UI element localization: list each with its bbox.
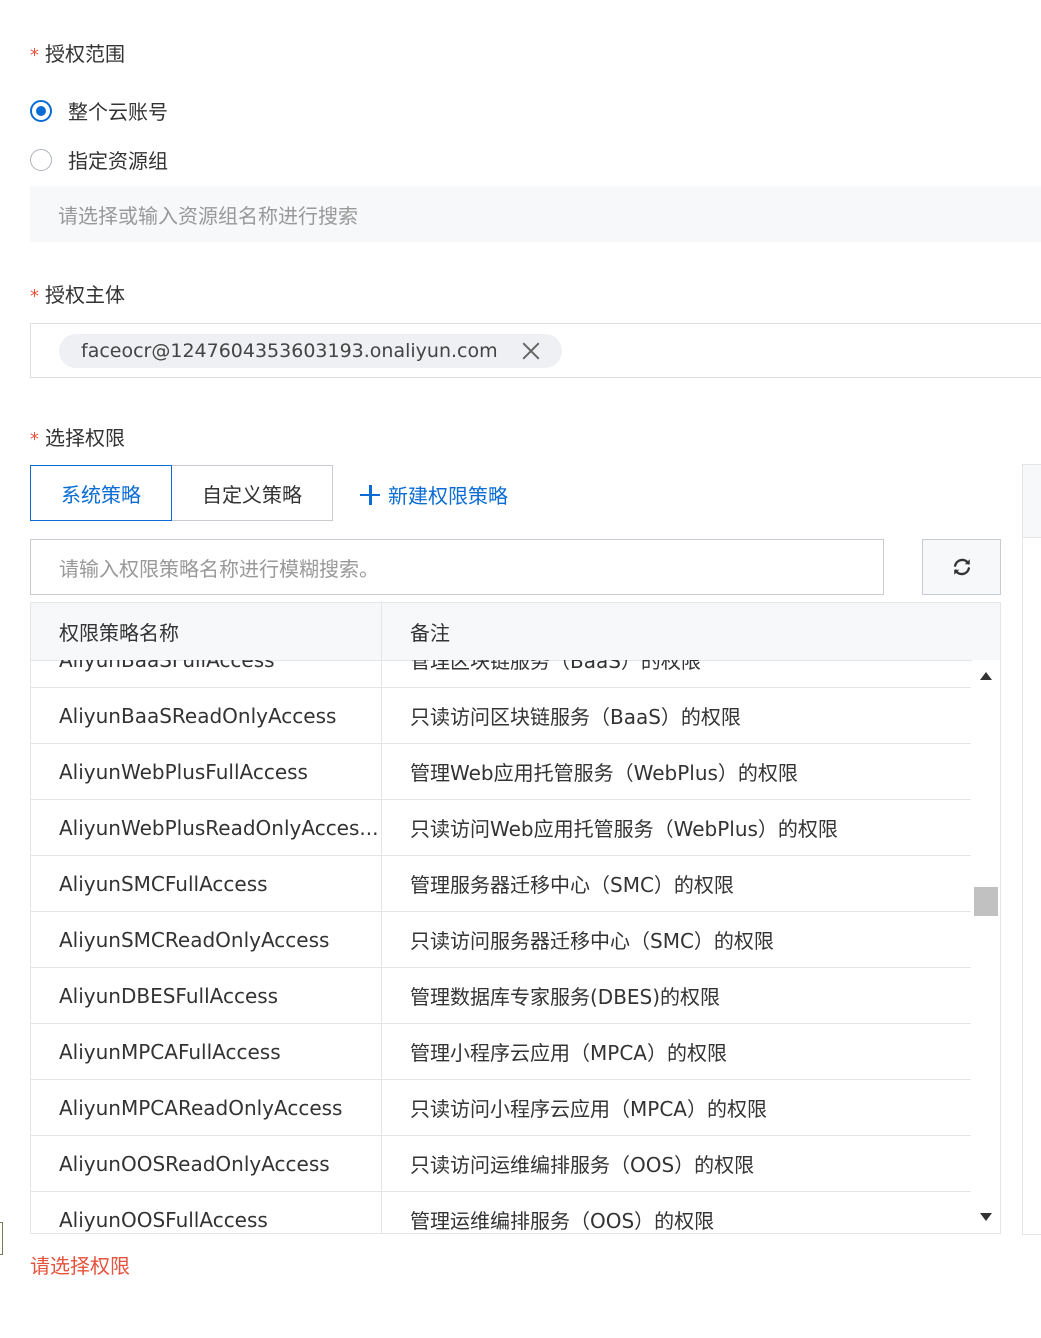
- table-rows: AliyunBaaSFullAccess管理区块链服务（BaaS）的权限Aliy…: [31, 660, 971, 1233]
- permissions-label-text: 选择权限: [45, 426, 125, 450]
- tab-label: 自定义策略: [202, 482, 302, 507]
- table-row[interactable]: AliyunMPCAReadOnlyAccess 只读访问小程序云应用（MPCA）…: [31, 1080, 971, 1136]
- radio-checked-icon[interactable]: [30, 99, 52, 122]
- policy-note-cell: 管理数据库专家服务(DBES)的权限: [410, 985, 721, 1009]
- new-policy-label: 新建权限策略: [388, 484, 508, 508]
- tab-system-policy[interactable]: 系统策略: [30, 465, 172, 521]
- table-header: 权限策略名称 备注: [31, 603, 1000, 661]
- refresh-icon: [953, 558, 970, 576]
- radio-whole-account[interactable]: 整个云账号: [30, 96, 168, 125]
- policy-name-cell: AliyunMPCAReadOnlyAccess: [31, 1080, 382, 1135]
- column-header-note: 备注: [410, 621, 450, 645]
- selected-policies-panel: [1022, 464, 1041, 1235]
- tab-label: 系统策略: [61, 482, 141, 507]
- table-row[interactable]: AliyunDBESFullAccess 管理数据库专家服务(DBES)的权限: [31, 968, 971, 1024]
- policy-name-cell: AliyunBaaSFullAccess: [31, 660, 382, 687]
- policy-name-cell: AliyunSMCFullAccess: [31, 856, 382, 911]
- radio-unchecked-icon[interactable]: [30, 148, 52, 171]
- policy-search-input[interactable]: 请输入权限策略名称进行模糊搜索。: [30, 539, 884, 595]
- table-row[interactable]: AliyunSMCReadOnlyAccess 只读访问服务器迁移中心（SMC）的…: [31, 912, 971, 968]
- policy-name-cell: AliyunWebPlusFullAccess: [31, 744, 382, 799]
- authorization-form: * 授权范围 整个云账号 指定资源组 请选择或输入资源组名称进行搜索 * 授权主体 …: [0, 0, 1041, 1338]
- policy-name-cell: AliyunMPCAFullAccess: [31, 1024, 382, 1079]
- policy-note-cell: 管理服务器迁移中心（SMC）的权限: [410, 873, 734, 897]
- required-mark: *: [30, 286, 39, 307]
- scope-label-text: 授权范围: [45, 42, 125, 66]
- policy-note-cell: 只读访问区块链服务（BaaS）的权限: [410, 705, 741, 729]
- table-row[interactable]: AliyunOOSFullAccess 管理运维编排服务（OOS）的权限: [31, 1192, 971, 1233]
- policy-name-cell: AliyunSMCReadOnlyAccess: [31, 912, 382, 967]
- table-row[interactable]: AliyunSMCFullAccess 管理服务器迁移中心（SMC）的权限: [31, 856, 971, 912]
- scope-label: * 授权范围: [30, 38, 125, 67]
- tab-custom-policy[interactable]: 自定义策略: [171, 465, 333, 521]
- resource-group-select[interactable]: 请选择或输入资源组名称进行搜索: [30, 186, 1041, 242]
- table-row[interactable]: AliyunOOSReadOnlyAccess 只读访问运维编排服务（OOS）的权…: [31, 1136, 971, 1192]
- policy-note-cell: 只读访问小程序云应用（MPCA）的权限: [410, 1097, 767, 1121]
- scroll-down-icon[interactable]: [980, 1213, 992, 1221]
- policy-note-cell: 只读访问服务器迁移中心（SMC）的权限: [410, 929, 774, 953]
- policy-name-cell: AliyunOOSReadOnlyAccess: [31, 1136, 382, 1191]
- policy-name-cell: AliyunWebPlusReadOnlyAcces...: [31, 800, 382, 855]
- principal-label: * 授权主体: [30, 279, 125, 308]
- table-body: AliyunBaaSFullAccess管理区块链服务（BaaS）的权限Aliy…: [31, 660, 971, 1233]
- policy-table: 权限策略名称 备注 AliyunBaaSFullAccess 管理区块链服务（Ba…: [30, 602, 1001, 1234]
- policy-search-placeholder: 请输入权限策略名称进行模糊搜索。: [59, 556, 379, 581]
- table-scrollbar[interactable]: [972, 660, 1000, 1233]
- plus-icon: [360, 484, 380, 505]
- new-policy-link[interactable]: 新建权限策略: [360, 480, 508, 509]
- required-mark: *: [30, 45, 39, 66]
- close-icon[interactable]: [520, 340, 542, 362]
- principal-input[interactable]: faceocr@1247604353603193.onaliyun.com: [30, 323, 1041, 378]
- error-message: 请选择权限: [30, 1254, 130, 1278]
- policy-name-cell: AliyunOOSFullAccess: [31, 1192, 382, 1233]
- principal-tag-text: faceocr@1247604353603193.onaliyun.com: [81, 340, 498, 362]
- principal-label-text: 授权主体: [45, 283, 125, 307]
- policy-note-cell: 管理Web应用托管服务（WebPlus）的权限: [410, 761, 798, 785]
- scrollbar-thumb[interactable]: [974, 887, 998, 916]
- policy-note-cell: 只读访问运维编排服务（OOS）的权限: [410, 1153, 755, 1177]
- policy-note-cell: 管理小程序云应用（MPCA）的权限: [410, 1041, 727, 1065]
- policy-note-cell: 管理区块链服务（BaaS）的权限: [410, 660, 701, 673]
- radio-resource-group[interactable]: 指定资源组: [30, 145, 168, 174]
- policy-name-cell: AliyunDBESFullAccess: [31, 968, 382, 1023]
- table-row[interactable]: AliyunMPCAFullAccess 管理小程序云应用（MPCA）的权限: [31, 1024, 971, 1080]
- table-row[interactable]: AliyunWebPlusFullAccess 管理Web应用托管服务（WebPl…: [31, 744, 971, 800]
- scroll-up-icon[interactable]: [980, 672, 992, 680]
- table-row[interactable]: AliyunBaaSReadOnlyAccess 只读访问区块链服务（BaaS）的…: [31, 688, 971, 744]
- column-header-policy-name: 权限策略名称: [31, 603, 382, 660]
- principal-tag: faceocr@1247604353603193.onaliyun.com: [59, 334, 562, 368]
- table-row[interactable]: AliyunBaaSFullAccess 管理区块链服务（BaaS）的权限: [31, 660, 971, 688]
- permissions-label: * 选择权限: [30, 422, 125, 451]
- policy-name-cell: AliyunBaaSReadOnlyAccess: [31, 688, 382, 743]
- table-row[interactable]: AliyunWebPlusReadOnlyAcces... 只读访问Web应用托管…: [31, 800, 971, 856]
- refresh-button[interactable]: [922, 539, 1001, 595]
- policy-note-cell: 管理运维编排服务（OOS）的权限: [410, 1209, 715, 1233]
- radio-label: 整个云账号: [68, 100, 168, 124]
- radio-label: 指定资源组: [68, 149, 168, 173]
- required-mark: *: [30, 429, 39, 450]
- policy-note-cell: 只读访问Web应用托管服务（WebPlus）的权限: [410, 817, 838, 841]
- resource-group-placeholder: 请选择或输入资源组名称进行搜索: [58, 203, 358, 228]
- edge-marker: [0, 1222, 3, 1255]
- selected-policies-header: [1023, 465, 1041, 538]
